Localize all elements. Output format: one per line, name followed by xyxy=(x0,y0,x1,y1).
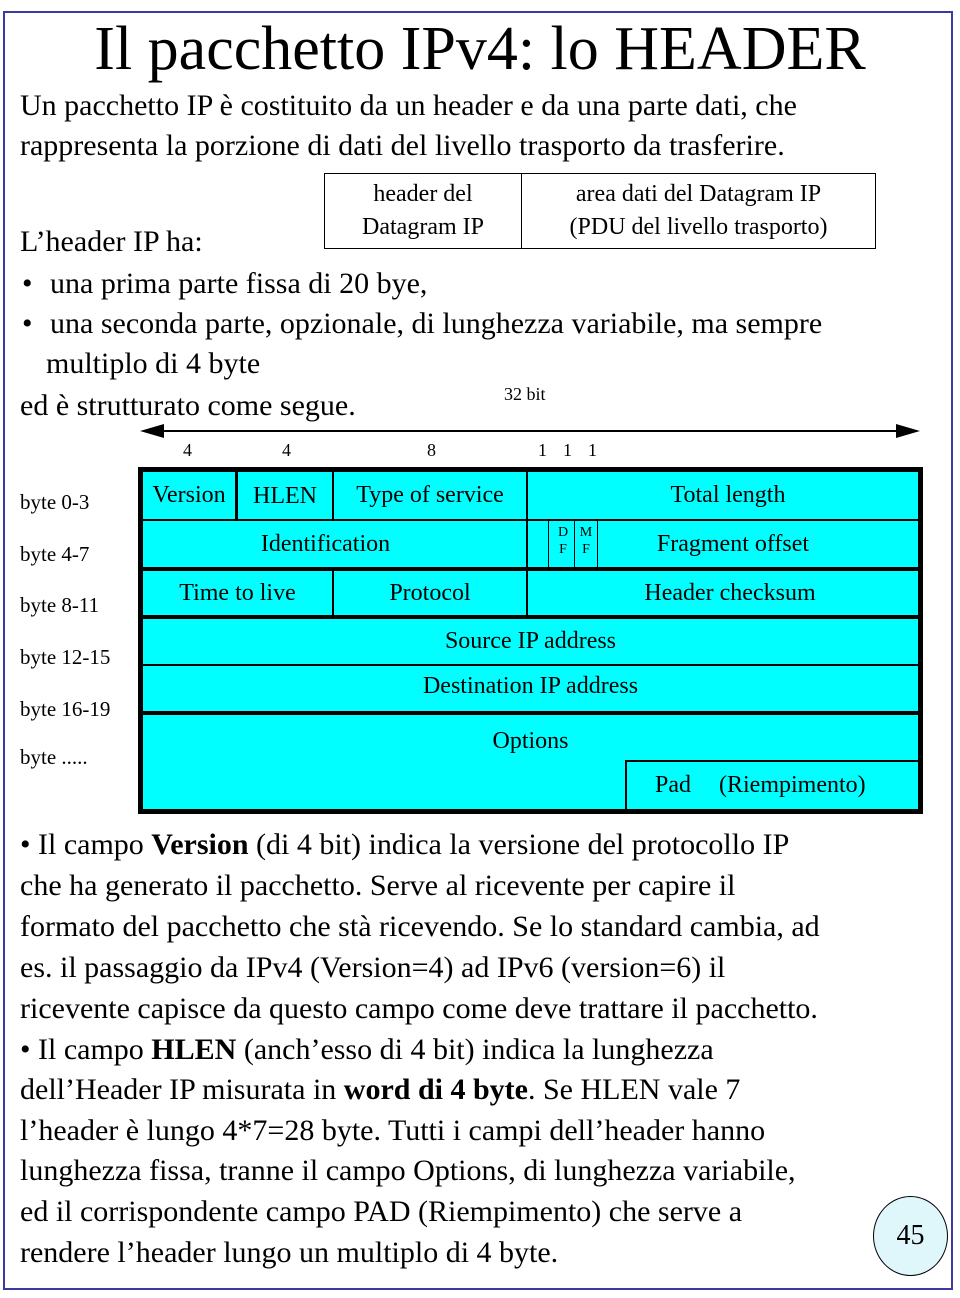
bit-width-flag-2: 1 xyxy=(563,440,572,460)
flag-mf: MF xyxy=(579,524,593,558)
bullet-2-text: una seconda parte, opzionale, di lunghez… xyxy=(50,307,823,340)
bullet-2-continuation: multiplo di 4 byte xyxy=(46,347,261,380)
hlen-para-line-3: l’header è lungo 4*7=28 byte. Tutti i ca… xyxy=(20,1114,766,1147)
version-para-line-4: es. il passaggio da IPv4 (Version=4) ad … xyxy=(20,951,726,984)
text: • Il campo xyxy=(20,1033,152,1066)
intro-line-1: Un pacchetto IP è costituito da un heade… xyxy=(20,89,797,122)
intro-line-2: rappresenta la porzione di dati del live… xyxy=(20,129,785,162)
text: dell’Header IP misurata in xyxy=(20,1073,344,1106)
byte-label-4-7: byte 4-7 xyxy=(20,542,90,566)
datagram-data-line-2: (PDU del livello trasporto) xyxy=(569,214,828,240)
datagram-header-line-2: Datagram IP xyxy=(362,214,484,240)
text: (anch’esso di 4 bit) indica la lunghezza xyxy=(236,1033,714,1066)
col-divider xyxy=(548,521,549,567)
field-pad-note: (Riempimento) xyxy=(719,772,866,798)
version-para-line-1: • Il campo Version (di 4 bit) indica la … xyxy=(20,825,789,865)
col-divider xyxy=(574,521,575,567)
flag-mf-top: M xyxy=(579,525,593,540)
bullet-1-text: una prima parte fissa di 20 bye, xyxy=(50,267,428,300)
field-hlen: HLEN xyxy=(253,483,317,509)
page-number-badge: 45 xyxy=(873,1196,948,1276)
version-para-line-5: ricevente capisce da questo campo come d… xyxy=(20,992,818,1025)
hlen-para-line-2: dell’Header IP misurata in word di 4 byt… xyxy=(20,1070,740,1110)
bit-width-version: 4 xyxy=(183,440,192,460)
text: . Se HLEN vale 7 xyxy=(527,1073,741,1106)
slide-title: Il pacchetto IPv4: lo HEADER xyxy=(94,15,866,83)
bit-width-flag-1: 1 xyxy=(538,440,547,460)
flag-df: DF xyxy=(556,524,570,558)
flag-mf-bottom: F xyxy=(582,542,590,557)
field-type-of-service: Type of service xyxy=(356,482,504,508)
byte-label-12-15: byte 12-15 xyxy=(20,645,111,669)
version-para-line-2: che ha generato il pacchetto. Serve al r… xyxy=(20,869,736,902)
field-time-to-live: Time to live xyxy=(179,579,296,606)
field-header-checksum: Header checksum xyxy=(644,579,816,606)
hlen-para-line-6: rendere l’header lungo un multiplo di 4 … xyxy=(20,1236,559,1269)
structured-label: ed è strutturato come segue. xyxy=(20,389,356,422)
double-arrow-icon xyxy=(140,424,920,438)
datagram-header-cell: header del Datagram IP xyxy=(325,174,522,248)
bullet-1: • una prima parte fissa di 20 bye, xyxy=(22,267,428,300)
bold-term-version: Version xyxy=(151,828,249,861)
datagram-data-cell: area dati del Datagram IP (PDU del livel… xyxy=(522,174,875,248)
field-destination-ip: Destination IP address xyxy=(422,672,639,699)
bullet-2: • una seconda parte, opzionale, di lungh… xyxy=(22,307,823,340)
bit-width-tos: 8 xyxy=(427,440,436,460)
byte-label-0-3: byte 0-3 xyxy=(20,490,90,514)
field-pad: Pad (Riempimento) xyxy=(627,762,918,809)
bold-term-word: word di 4 byte xyxy=(343,1073,528,1106)
field-source-ip: Source IP address xyxy=(444,628,617,654)
flag-df-bottom: F xyxy=(559,542,567,557)
header-has-label: L’header IP ha: xyxy=(20,225,203,258)
field-pad-label: Pad xyxy=(655,772,691,798)
datagram-box: header del Datagram IP area dati del Dat… xyxy=(324,173,876,249)
ip-header-diagram: Version HLEN Type of service Total lengt… xyxy=(138,467,923,814)
bold-term-hlen: HLEN xyxy=(151,1033,237,1066)
version-para-line-3: formato del pacchetto che stà ricevendo.… xyxy=(20,910,820,943)
row-divider xyxy=(143,711,918,715)
bit-width-label: 32 bit xyxy=(504,384,546,404)
field-total-length: Total length xyxy=(670,482,786,508)
hlen-para-line-4: lunghezza fissa, tranne il campo Options… xyxy=(20,1154,796,1187)
datagram-header-line-1: header del xyxy=(373,181,473,207)
bit-width-flag-3: 1 xyxy=(588,440,597,460)
bit-width-hlen: 4 xyxy=(282,440,291,460)
field-protocol: Protocol xyxy=(389,579,471,606)
field-options: Options xyxy=(492,727,569,754)
field-identification: Identification xyxy=(260,530,391,557)
datagram-data-line-1: area dati del Datagram IP xyxy=(575,181,822,207)
hlen-para-line-1: • Il campo HLEN (anch’esso di 4 bit) ind… xyxy=(20,1030,714,1070)
field-fragment-offset: Fragment offset xyxy=(656,530,810,557)
text: • Il campo xyxy=(20,828,152,861)
flag-df-top: D xyxy=(557,525,569,540)
byte-label-options: byte ..... xyxy=(20,745,88,769)
field-version: Version xyxy=(152,482,226,508)
text: (di 4 bit) indica la versione del protoc… xyxy=(248,828,790,861)
byte-label-8-11: byte 8-11 xyxy=(20,593,100,617)
byte-label-16-19: byte 16-19 xyxy=(20,697,111,721)
hlen-para-line-5: ed il corrispondente campo PAD (Riempime… xyxy=(20,1195,743,1228)
